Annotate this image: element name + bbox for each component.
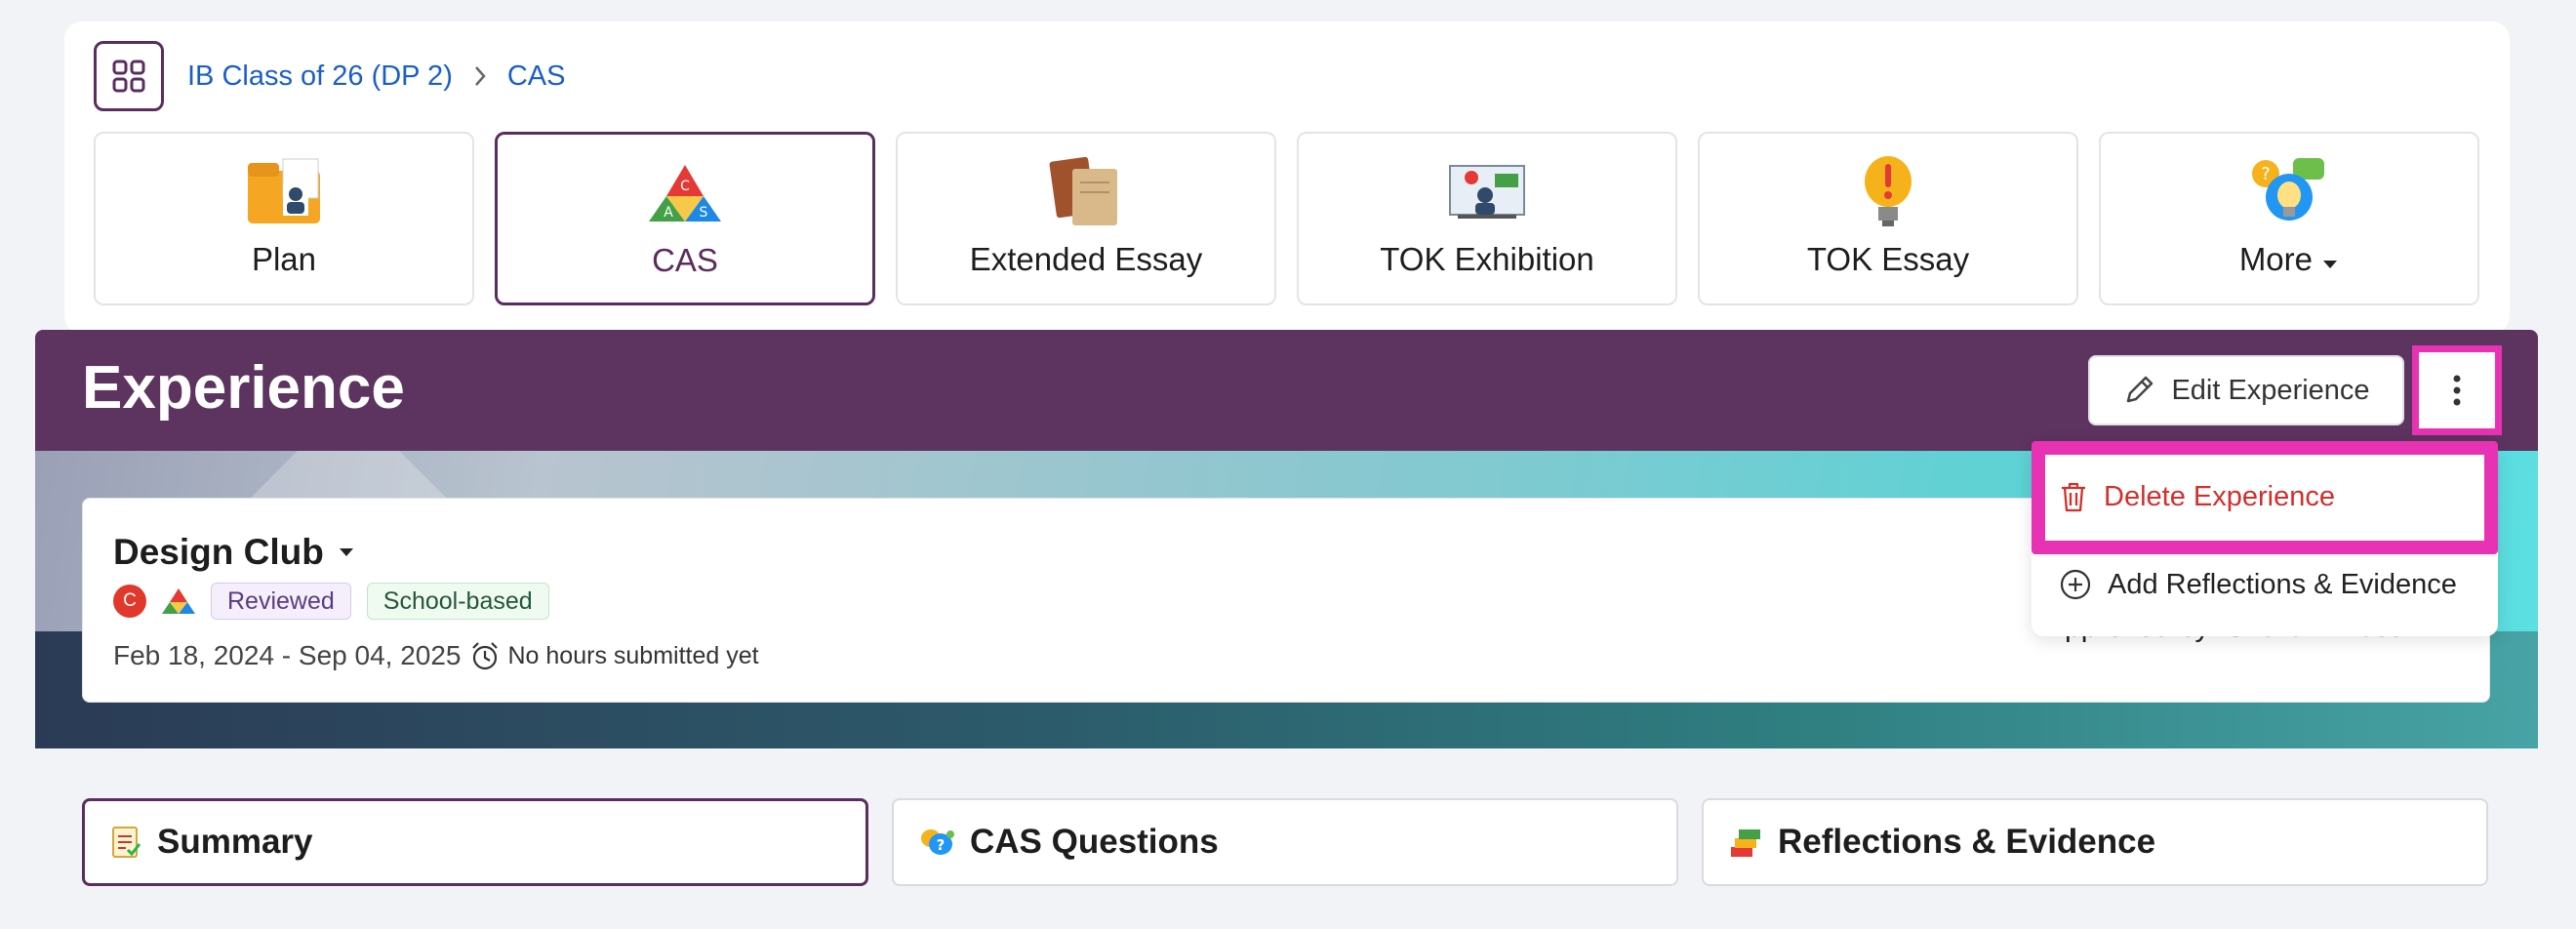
books-icon bbox=[1045, 155, 1127, 229]
delete-experience-menu-item[interactable]: Delete Experience bbox=[2059, 480, 2335, 513]
svg-text:A: A bbox=[664, 205, 673, 221]
creativity-badge: C bbox=[113, 585, 146, 618]
hours-status: No hours submitted yet bbox=[507, 641, 759, 669]
experience-dates: Feb 18, 2024 - Sep 04, 2025 No hours sub… bbox=[113, 640, 759, 671]
caret-down-icon bbox=[2323, 261, 2338, 268]
breadcrumb-class-link[interactable]: IB Class of 26 (DP 2) bbox=[187, 61, 453, 93]
experience-title: Design Club bbox=[113, 532, 324, 572]
delete-experience-label: Delete Experience bbox=[2104, 480, 2335, 512]
caret-down-icon bbox=[339, 548, 353, 556]
cas-triangle-icon: C A S bbox=[644, 156, 726, 230]
school-based-tag: School-based bbox=[366, 583, 549, 620]
nav-tile-label: CAS bbox=[652, 242, 718, 278]
more-label: More bbox=[2238, 241, 2313, 277]
pencil-icon bbox=[2127, 376, 2153, 403]
svg-text:?: ? bbox=[2261, 164, 2271, 184]
add-reflections-menu-item[interactable]: Add Reflections & Evidence bbox=[2059, 568, 2457, 601]
trash-icon bbox=[2062, 482, 2085, 512]
grid-icon bbox=[112, 60, 145, 93]
presentation-icon bbox=[1446, 155, 1528, 229]
experience-tags: C Reviewed School-based bbox=[113, 582, 549, 621]
chevron-right-icon bbox=[472, 64, 488, 88]
alarm-clock-icon bbox=[471, 642, 498, 670]
breadcrumb: IB Class of 26 (DP 2) CAS bbox=[187, 55, 566, 98]
tab-cas-questions-label: CAS Questions bbox=[970, 823, 1219, 861]
nav-tile-plan[interactable]: Plan bbox=[94, 132, 474, 305]
nav-tile-label: Extended Essay bbox=[969, 241, 1203, 277]
apps-grid-button[interactable] bbox=[94, 41, 164, 111]
breadcrumb-cas-link[interactable]: CAS bbox=[507, 61, 566, 93]
nav-tile-tok-exhibition[interactable]: TOK Exhibition bbox=[1297, 132, 1677, 305]
nav-tile-label: TOK Exhibition bbox=[1380, 241, 1594, 277]
question-bubbles-icon: ? bbox=[921, 829, 954, 855]
tab-cas-questions[interactable]: ? CAS Questions bbox=[892, 798, 1678, 886]
tab-reflections-evidence-label: Reflections & Evidence bbox=[1778, 823, 2156, 861]
folder-person-icon bbox=[243, 155, 325, 229]
nav-tile-label: Plan bbox=[251, 241, 317, 277]
more-options-button[interactable] bbox=[2412, 345, 2502, 435]
lightbulb-icon bbox=[1847, 155, 1929, 229]
stacked-notes-icon bbox=[1731, 829, 1760, 857]
page-title: Experience bbox=[82, 354, 405, 422]
checklist-icon bbox=[112, 827, 141, 858]
tab-summary-label: Summary bbox=[157, 823, 313, 861]
date-range: Feb 18, 2024 - Sep 04, 2025 bbox=[113, 640, 462, 670]
plus-circle-icon bbox=[2060, 569, 2091, 600]
nav-tile-label: More bbox=[2239, 241, 2339, 278]
nav-tile-extended-essay[interactable]: Extended Essay bbox=[896, 132, 1276, 305]
reviewed-tag: Reviewed bbox=[211, 583, 351, 620]
tab-summary[interactable]: Summary bbox=[82, 798, 868, 886]
tab-reflections-evidence[interactable]: Reflections & Evidence bbox=[1702, 798, 2488, 886]
ideas-icon: ? bbox=[2248, 155, 2330, 229]
cas-triangle-icon bbox=[162, 588, 195, 614]
svg-text:C: C bbox=[680, 179, 690, 194]
experience-title-dropdown[interactable]: Design Club bbox=[113, 532, 355, 573]
edit-experience-label: Edit Experience bbox=[2171, 374, 2370, 406]
edit-experience-button[interactable]: Edit Experience bbox=[2088, 355, 2404, 425]
nav-tile-tok-essay[interactable]: TOK Essay bbox=[1698, 132, 2078, 305]
nav-tile-cas[interactable]: C A S CAS bbox=[495, 132, 875, 305]
kebab-menu-icon bbox=[2453, 375, 2461, 406]
add-reflections-label: Add Reflections & Evidence bbox=[2108, 568, 2457, 600]
svg-text:S: S bbox=[700, 205, 708, 221]
nav-tile-more[interactable]: ? More bbox=[2099, 132, 2479, 305]
svg-text:?: ? bbox=[937, 836, 946, 854]
nav-tile-label: TOK Essay bbox=[1806, 241, 1970, 277]
